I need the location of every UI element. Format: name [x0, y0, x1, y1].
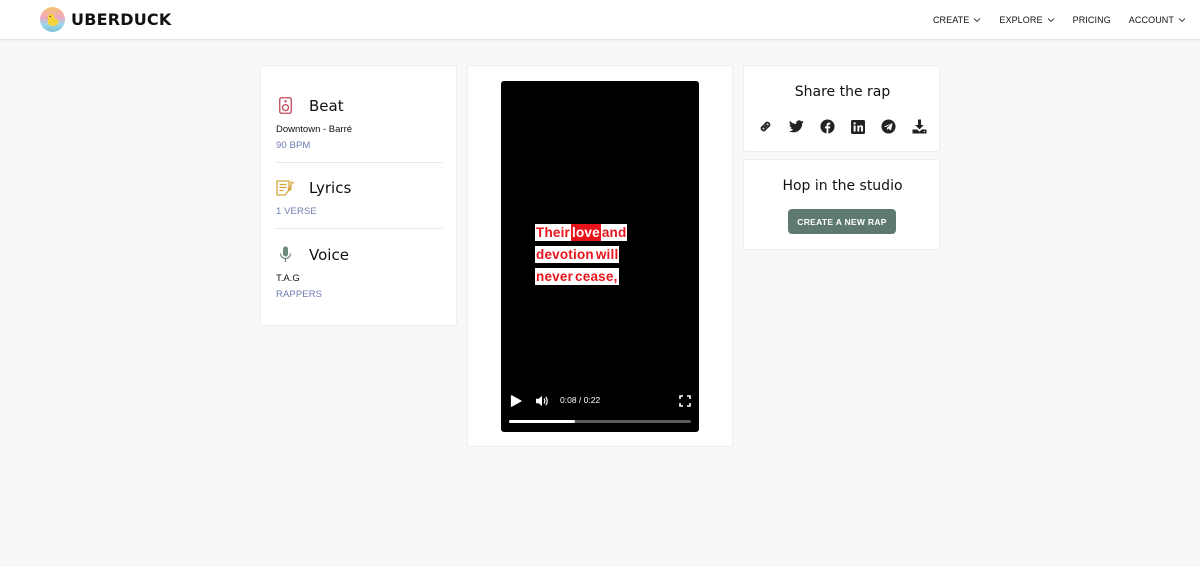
nav-pricing[interactable]: PRICING [1073, 15, 1111, 25]
fullscreen-icon[interactable] [679, 395, 691, 407]
section-divider [276, 162, 442, 163]
nav-pricing-label: PRICING [1072, 15, 1111, 25]
voice-name: T.A.G [276, 273, 300, 284]
play-icon[interactable] [510, 395, 522, 407]
progress-fill [509, 420, 575, 423]
beat-bpm: 90 BPM [276, 140, 311, 151]
video-card: Their love and devotion will never cease, 0:08… [467, 65, 733, 447]
share-title: Share the rap [794, 84, 891, 100]
caption-word: and [600, 224, 628, 241]
chevron-down-icon [1178, 18, 1186, 23]
duck-logo-icon [40, 7, 65, 32]
lyrics-icon [276, 178, 295, 197]
twitter-icon[interactable] [788, 118, 805, 135]
rap-info-card: Beat Downtown - Barré 90 BPM Lyrics 1 VE… [260, 65, 457, 326]
nav-explore-label: EXPLORE [999, 15, 1043, 25]
caption-word: never [535, 268, 575, 285]
nav-account[interactable]: ACCOUNT [1129, 15, 1186, 25]
progress-bar[interactable] [509, 420, 691, 423]
voice-title: Voice [309, 245, 349, 264]
download-icon[interactable] [911, 118, 928, 135]
microphone-icon [276, 245, 295, 264]
caption-word: cease, [574, 268, 619, 285]
caption-word: Their [535, 224, 572, 241]
app-name: UBERDUCK [71, 10, 172, 29]
lyrics-section: Lyrics 1 VERSE [276, 178, 442, 218]
voice-section: Voice T.A.G RAPPERS [276, 245, 442, 301]
caption-line: devotion will [535, 246, 695, 264]
video-player[interactable]: Their love and devotion will never cease, 0:08… [501, 81, 699, 432]
caption-line: Their love and [535, 224, 695, 242]
speaker-icon [276, 96, 295, 115]
beat-title: Beat [309, 96, 344, 115]
nav-create-label: CREATE [932, 15, 970, 25]
facebook-icon[interactable] [819, 118, 836, 135]
top-navigation-bar: UBERDUCK CREATE EXPLORE PRICING ACCOUNT [0, 0, 1200, 40]
telegram-icon[interactable] [880, 118, 897, 135]
caption-word-highlighted: love [571, 224, 601, 241]
video-controls: 0:08 / 0:22 [501, 382, 699, 432]
lyrics-caption: Their love and devotion will never cease, [535, 224, 695, 290]
logo[interactable]: UBERDUCK [40, 7, 171, 32]
caption-line: never cease, [535, 268, 695, 286]
beat-section: Beat Downtown - Barré 90 BPM [276, 96, 442, 152]
section-divider [276, 228, 442, 229]
caption-word: devotion [535, 246, 595, 263]
lyrics-verse-count: 1 VERSE [276, 206, 317, 217]
lyrics-title: Lyrics [309, 178, 352, 197]
share-card: Share the rap [743, 65, 940, 152]
chevron-down-icon [1047, 18, 1054, 23]
main-nav: CREATE EXPLORE PRICING ACCOUNT [915, 0, 1186, 40]
beat-name: Downtown - Barré [276, 124, 353, 135]
share-icons [757, 118, 928, 135]
nav-create[interactable]: CREATE [933, 15, 981, 25]
create-new-rap-button[interactable]: CREATE A NEW RAP [788, 209, 896, 234]
link-icon[interactable] [757, 118, 774, 135]
chevron-down-icon [974, 18, 981, 23]
studio-card: Hop in the studio CREATE A NEW RAP [743, 159, 940, 250]
volume-icon[interactable] [535, 394, 549, 408]
studio-title: Hop in the studio [782, 178, 903, 194]
linkedin-icon[interactable] [849, 118, 866, 135]
time-display: 0:08 / 0:22 [560, 395, 601, 405]
nav-account-label: ACCOUNT [1128, 15, 1174, 25]
voice-category: RAPPERS [276, 289, 323, 300]
nav-explore[interactable]: EXPLORE [999, 15, 1054, 25]
caption-word: will [594, 246, 620, 263]
